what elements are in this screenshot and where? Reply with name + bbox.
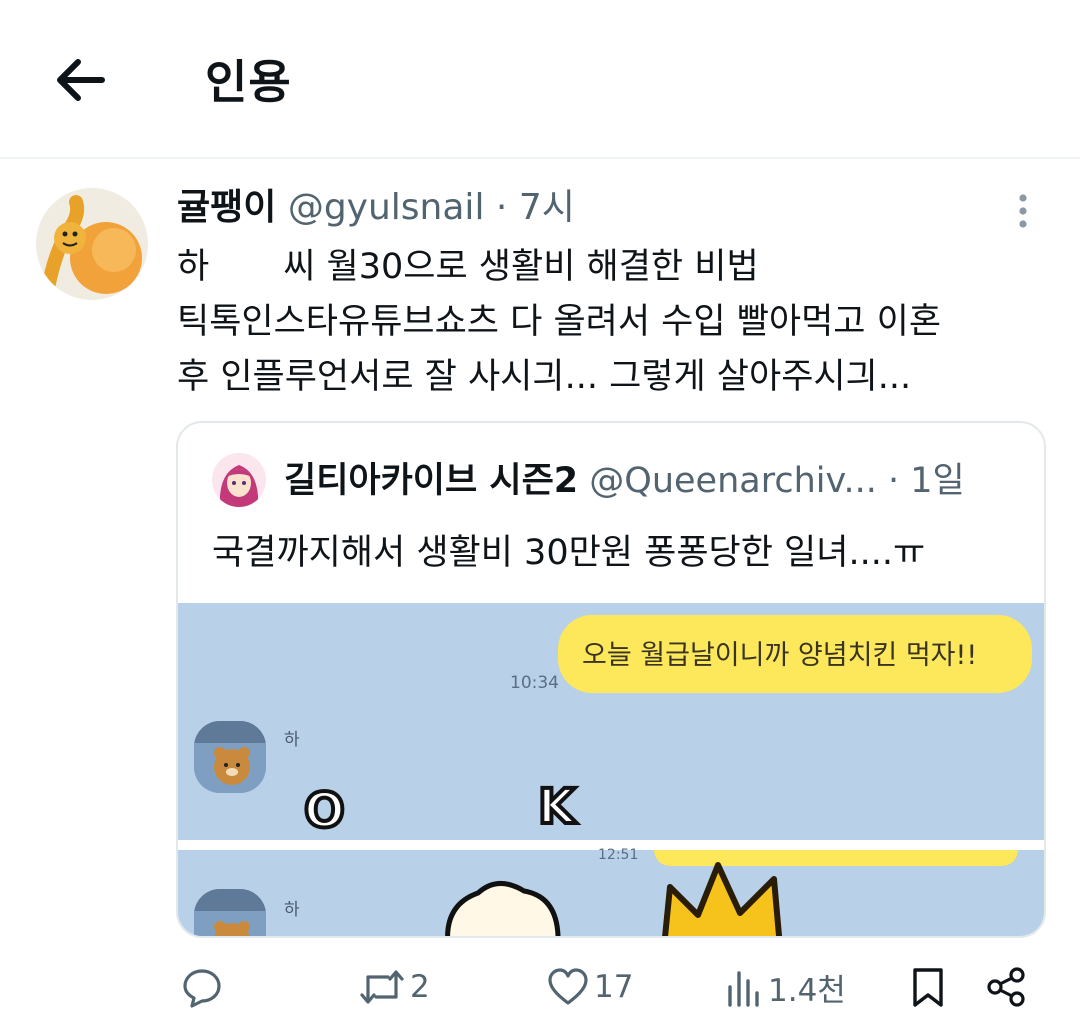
retweet-count: 2 [410, 969, 430, 1005]
crown-sticker-image [662, 862, 783, 936]
more-vertical-icon [1019, 194, 1027, 228]
chat-bubble-text: 오늘 월급날이니까 양념치킨 먹자!! [582, 640, 978, 671]
separator-dot: · [495, 187, 508, 228]
tweet-text: 하 씨 월30으로 생활비 해결한 비법 틱톡인스타유튜브쇼츠 다 올려서 수입 … [177, 240, 1057, 405]
snail-avatar-image [36, 188, 148, 300]
author-name[interactable]: 귤팽이 [177, 187, 276, 228]
author-handle[interactable]: @gyulsnail [288, 187, 485, 228]
back-button[interactable] [50, 52, 110, 108]
sticker-letter-k: K [536, 777, 577, 837]
heart-icon [548, 968, 588, 1005]
quoted-tweet-text: 국결까지해서 생활비 30만원 퐁퐁당한 일녀....ㅠ [212, 533, 926, 573]
retweet-button[interactable]: 2 [358, 962, 430, 1012]
quoted-tweet-time: 1일 [910, 461, 965, 501]
quoted-tweet[interactable]: 길티아카이브 시즌2 @Queenarchiv... · 1일 국결까지해서 생… [176, 421, 1046, 938]
separator-dot: · [888, 461, 900, 501]
tweet-text-line2: 틱톡인스타유튜브쇼츠 다 올려서 수입 빨아먹고 이혼 [177, 302, 942, 342]
like-button[interactable]: 17 [546, 962, 633, 1012]
chat-timestamp-partial: 12:51 [598, 847, 639, 863]
tweet-header: 귤팽이 @gyulsnail · 7시 [177, 186, 575, 230]
like-count: 17 [594, 969, 634, 1005]
bookmark-icon [913, 968, 943, 1007]
sticker-blob-image [445, 881, 561, 936]
chat-bubble: 오늘 월급날이니까 양념치킨 먹자!! [558, 615, 1032, 693]
chat-sender-name: 하 [284, 900, 300, 920]
bookmark-button[interactable] [908, 962, 948, 1012]
chat-avatar [194, 721, 266, 793]
reply-icon [183, 969, 221, 1008]
tweet-text-line1-start: 하 [177, 247, 210, 287]
retweet-icon [360, 970, 404, 1004]
sticker-letter-o: O [302, 781, 347, 841]
quoted-author-name: 길티아카이브 시즌2 [284, 461, 579, 501]
top-bar: 인용 [0, 0, 1080, 158]
quoted-media-image[interactable]: 오늘 월급날이니까 양념치킨 먹자!! 10:34 하 O K 12:51 하 [178, 603, 1044, 936]
tweet-text-line3: 후 인플루언서로 잘 사시긔... 그렇게 살아주시긔... [177, 357, 912, 397]
avatar[interactable] [36, 188, 148, 300]
chat-sender-name: 하 [284, 730, 300, 750]
divider [0, 157, 1080, 159]
chat-timestamp: 10:34 [510, 673, 559, 693]
quoted-author-handle: @Queenarchiv... [589, 461, 877, 501]
arrow-left-icon [57, 59, 105, 101]
reply-button[interactable] [180, 962, 228, 1012]
chat-avatar [194, 889, 266, 936]
page-title: 인용 [205, 55, 292, 109]
views-button[interactable]: 1.4천 [724, 962, 846, 1012]
views-icon [728, 971, 759, 1007]
tweet-time[interactable]: 7시 [519, 187, 575, 228]
tweet-text-line1-end: 씨 월30으로 생활비 해결한 비법 [283, 247, 759, 287]
tweet-action-bar: 2 17 1.4천 [0, 956, 1080, 1020]
share-icon [987, 967, 1025, 1007]
more-button[interactable] [1000, 188, 1046, 234]
quoted-avatar [212, 453, 266, 507]
quoted-tweet-header: 길티아카이브 시즌2 @Queenarchiv... · 1일 [284, 457, 965, 505]
views-count: 1.4천 [768, 972, 846, 1009]
share-button[interactable] [984, 962, 1028, 1012]
